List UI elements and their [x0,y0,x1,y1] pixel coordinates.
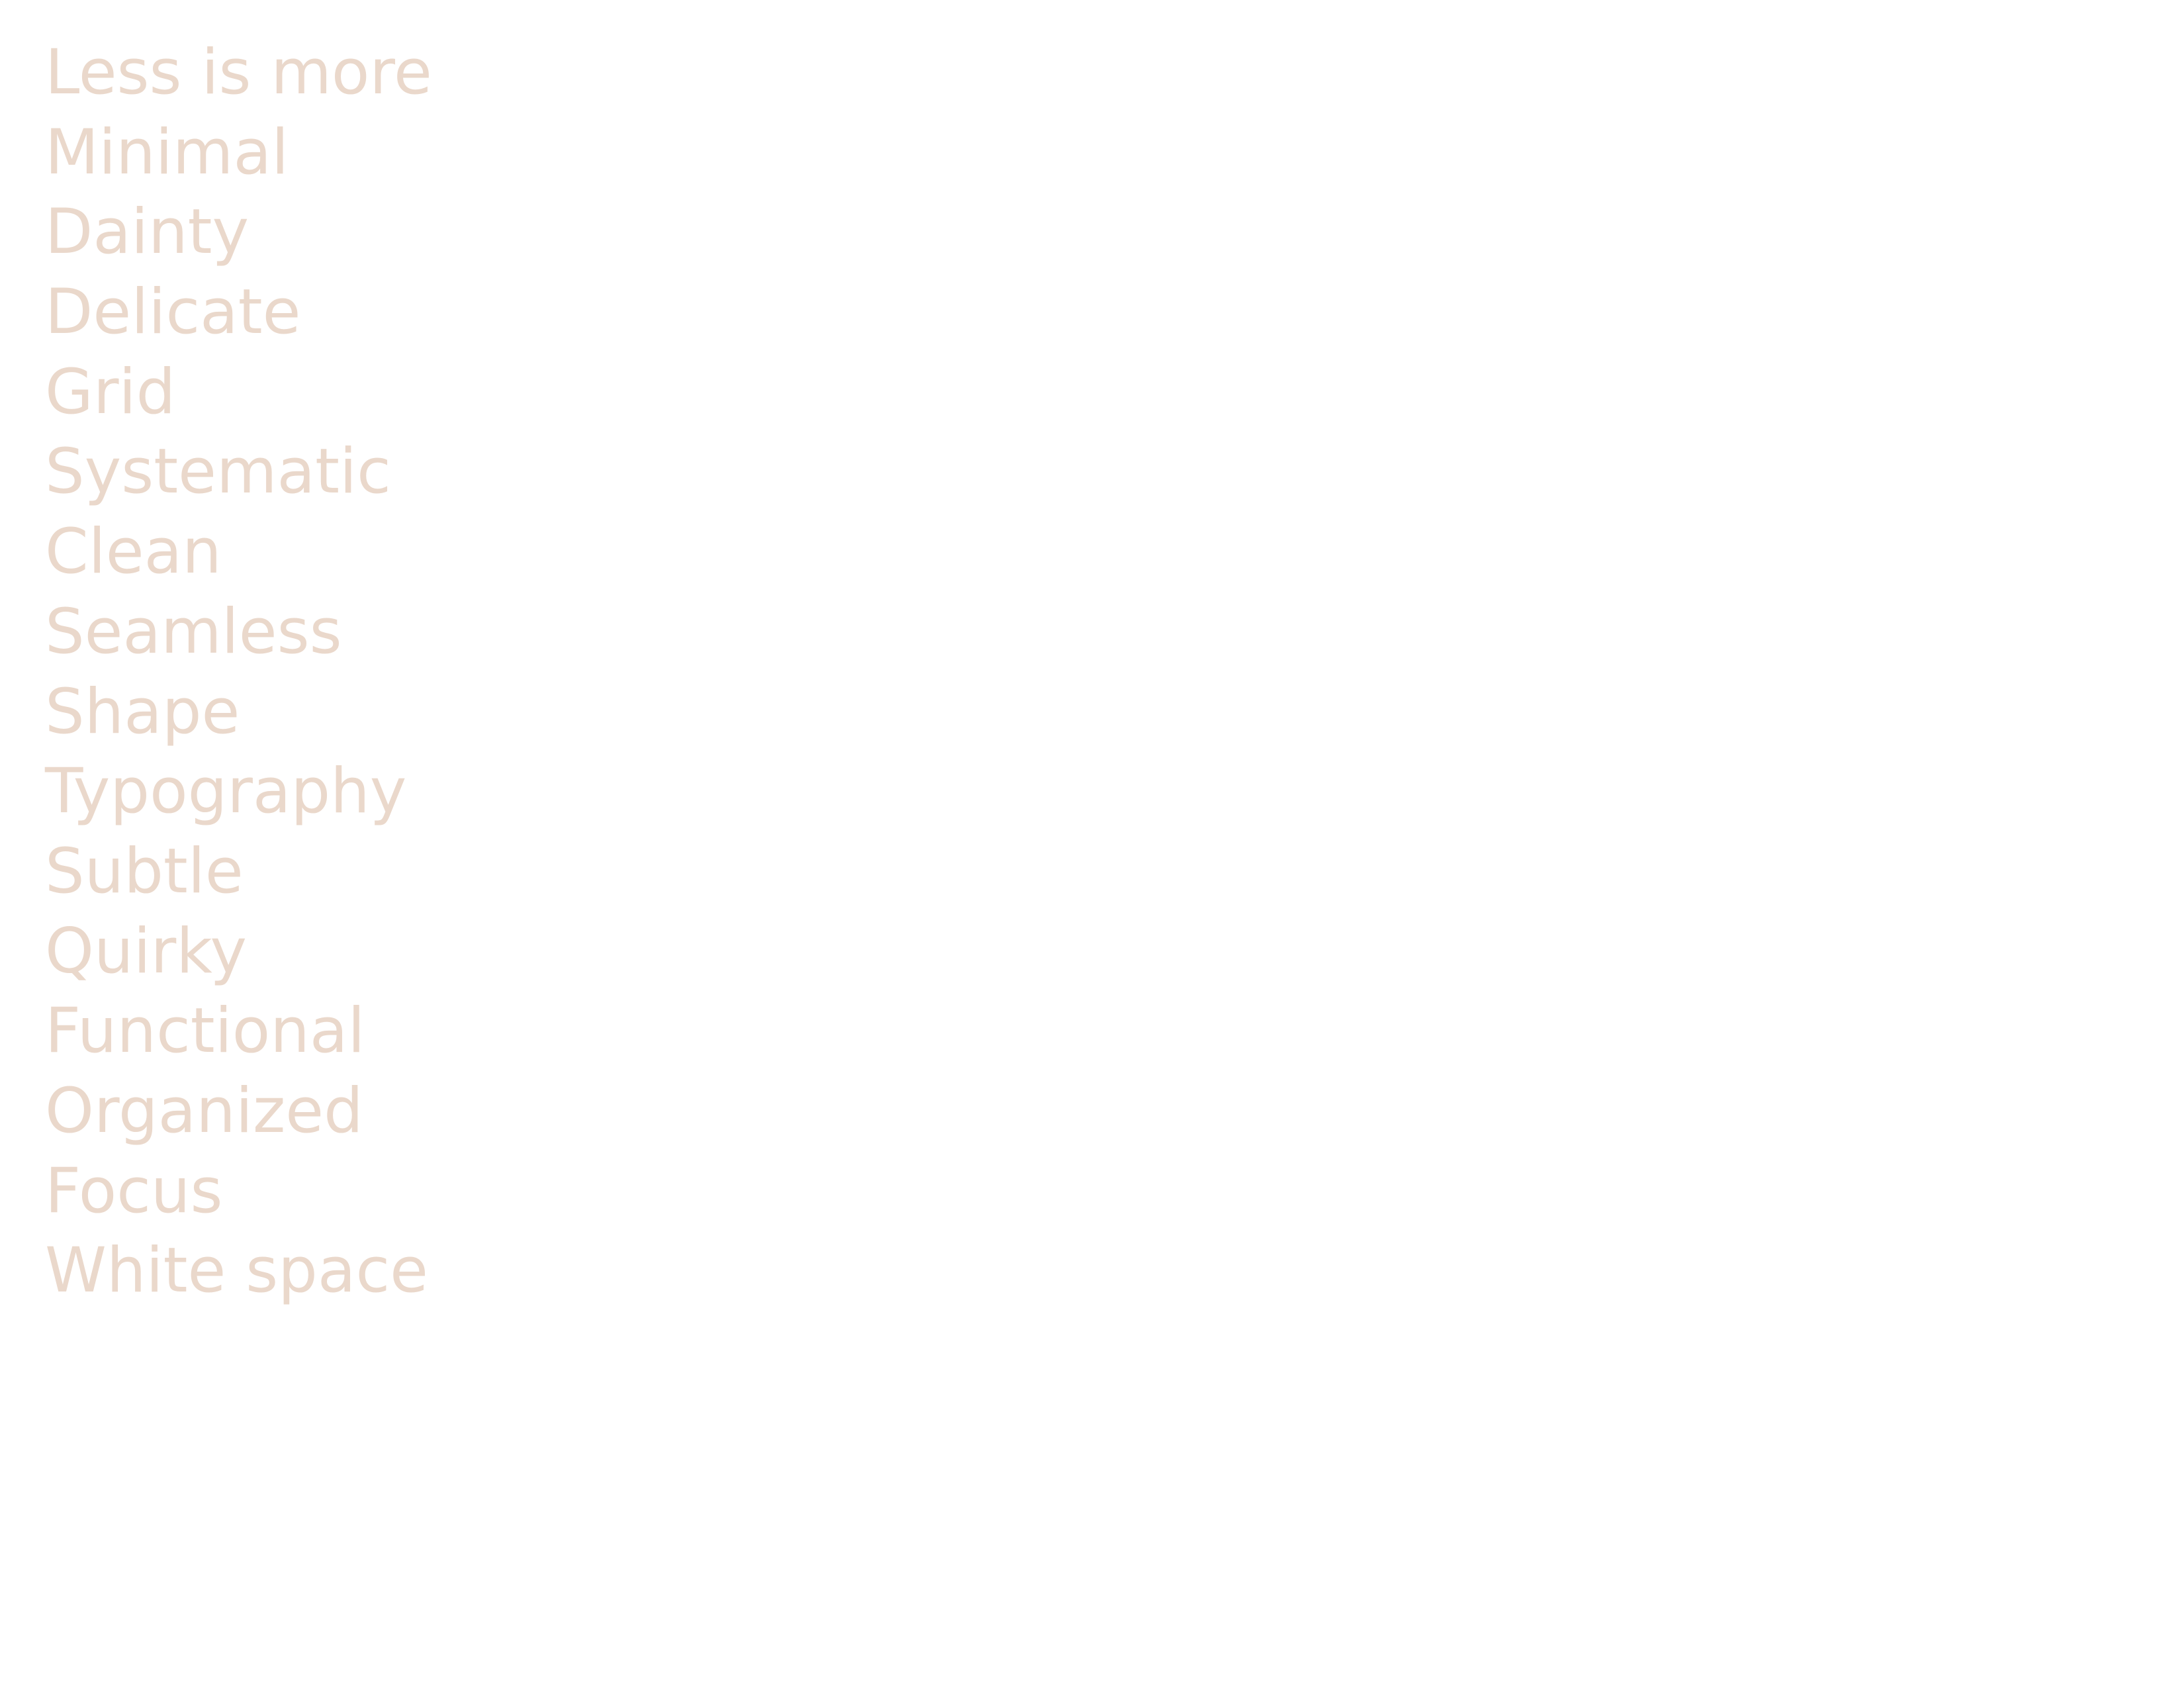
word-shape: Shape [45,675,240,748]
word-white-space: White space [45,1235,428,1307]
word-quirky: Quirky [45,915,248,988]
page: Less is more Minimal Dainty Delicate Gri… [0,0,2184,1688]
word-list: Less is more Minimal Dainty Delicate Gri… [45,33,432,1311]
word-clean: Clean [45,516,222,588]
word-focus: Focus [45,1154,223,1227]
word-seamless: Seamless [45,595,342,668]
word-minimal: Minimal [45,116,289,189]
word-grid: Grid [45,355,176,428]
word-organized: Organized [45,1074,363,1147]
word-dainty: Dainty [45,196,250,269]
word-functional: Functional [45,995,365,1068]
word-less-is-more: Less is more [45,36,432,109]
word-delicate: Delicate [45,276,301,349]
word-typography: Typography [45,755,407,828]
word-systematic: Systematic [45,436,391,508]
word-subtle: Subtle [45,835,244,908]
